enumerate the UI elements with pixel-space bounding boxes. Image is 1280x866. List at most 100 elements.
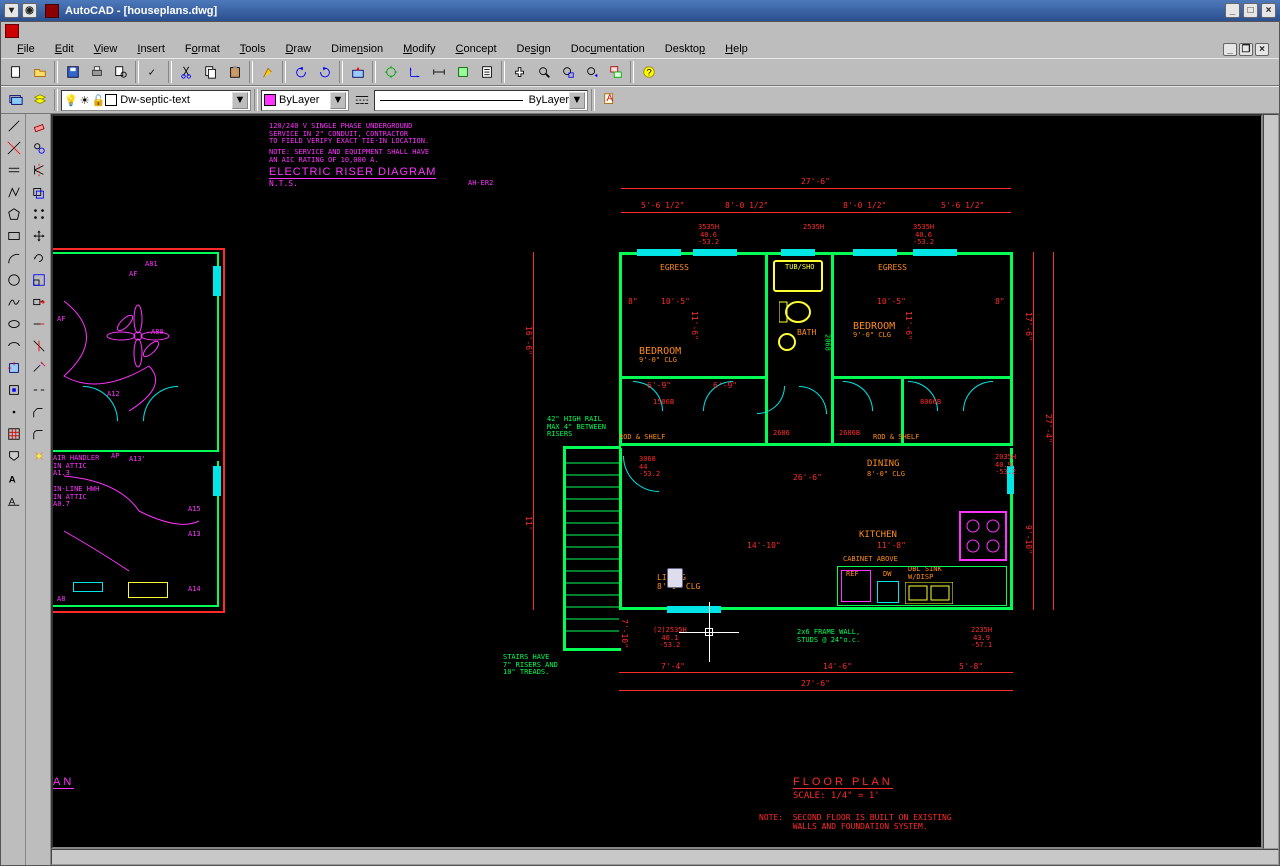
list-button[interactable] <box>475 61 498 83</box>
region-tool[interactable] <box>2 445 25 467</box>
tag: A13 <box>188 531 201 539</box>
color-dropdown[interactable]: ByLayer ▼ <box>261 90 349 111</box>
mdi-close-button[interactable]: × <box>1255 43 1269 56</box>
mdi-minimize-button[interactable]: _ <box>1223 43 1237 56</box>
menu-ools[interactable]: Tools <box>230 42 276 56</box>
erase-tool[interactable] <box>27 115 50 137</box>
match-button[interactable] <box>256 61 279 83</box>
area-button[interactable] <box>451 61 474 83</box>
open-button[interactable] <box>28 61 51 83</box>
autocad-doc-icon[interactable] <box>5 24 19 38</box>
mtext-tool[interactable]: A <box>2 467 25 489</box>
arc-tool[interactable] <box>2 247 25 269</box>
mirror-tool[interactable] <box>27 159 50 181</box>
ucs-button[interactable] <box>403 61 426 83</box>
dropdown-arrow-icon[interactable]: ▼ <box>232 92 248 109</box>
explode-tool[interactable] <box>27 445 50 467</box>
horizontal-scrollbar[interactable] <box>51 849 1279 865</box>
dropdown-arrow-icon[interactable]: ▼ <box>569 92 585 109</box>
insert-tool[interactable] <box>2 357 25 379</box>
dim: 8'-0 1/2" <box>725 202 768 211</box>
spline-tool[interactable] <box>2 291 25 313</box>
rotate-tool[interactable] <box>27 247 50 269</box>
vertical-scrollbar[interactable] <box>1263 114 1279 849</box>
linetype-dropdown[interactable]: ByLayer ▼ <box>374 90 588 111</box>
menu-dit[interactable]: Edit <box>45 42 84 56</box>
line-tool[interactable] <box>2 115 25 137</box>
menu-documentation[interactable]: Documentation <box>561 42 655 56</box>
pline-tool[interactable] <box>2 181 25 203</box>
menu-dimension[interactable]: Dimension <box>321 42 393 56</box>
ellipse-tool[interactable] <box>2 313 25 335</box>
drawing-canvas[interactable]: 120/240 V SINGLE PHASE UNDERGROUND SERVI… <box>51 114 1263 849</box>
wm-minimize-button[interactable]: _ <box>1225 3 1240 18</box>
wm-maximize-button[interactable]: □ <box>1243 3 1258 18</box>
break-tool[interactable] <box>27 379 50 401</box>
hatch-tool[interactable] <box>2 423 25 445</box>
zoomrt-button[interactable] <box>532 61 555 83</box>
make-layer-current-button[interactable] <box>4 89 27 111</box>
dtext-tool[interactable]: A <box>2 489 25 511</box>
menu-raw[interactable]: Draw <box>275 42 321 56</box>
scale-tool[interactable] <box>27 269 50 291</box>
block-tool[interactable] <box>2 379 25 401</box>
zoomprev-button[interactable] <box>580 61 603 83</box>
linetype-button[interactable] <box>350 89 373 111</box>
redo-button[interactable] <box>313 61 336 83</box>
move-tool[interactable] <box>27 225 50 247</box>
launch-button[interactable] <box>346 61 369 83</box>
menu-odify[interactable]: Modify <box>393 42 445 56</box>
zoomwin-button[interactable] <box>556 61 579 83</box>
extend-tool[interactable] <box>27 357 50 379</box>
save-button[interactable] <box>61 61 84 83</box>
copy-tool[interactable] <box>27 137 50 159</box>
menu-oncept[interactable]: Concept <box>446 42 507 56</box>
fillet-tool[interactable] <box>27 423 50 445</box>
cut-button[interactable] <box>175 61 198 83</box>
wm-menu-button[interactable]: ▾ <box>4 3 19 18</box>
trim-tool[interactable] <box>27 335 50 357</box>
lengthen-tool[interactable] <box>27 313 50 335</box>
wm-sticky-button[interactable]: ◉ <box>22 3 37 18</box>
menu-elp[interactable]: Help <box>715 42 758 56</box>
pan-button[interactable] <box>508 61 531 83</box>
object-properties-toolbar: 💡 ☀ 🔓 Dw-septic-text ▼ ByLayer ▼ ByLayer… <box>1 86 1279 114</box>
undo-button[interactable] <box>289 61 312 83</box>
array-tool[interactable] <box>27 203 50 225</box>
menu-design[interactable]: Design <box>507 42 561 56</box>
chamfer-tool[interactable] <box>27 401 50 423</box>
help-button[interactable]: ? <box>637 61 660 83</box>
ellipsearc-tool[interactable] <box>2 335 25 357</box>
xline-tool[interactable] <box>2 137 25 159</box>
preview-button[interactable] <box>109 61 132 83</box>
menu-desktop[interactable]: Desktop <box>655 42 715 56</box>
rect-tool[interactable] <box>2 225 25 247</box>
mline-tool[interactable] <box>2 159 25 181</box>
props-button[interactable] <box>604 61 627 83</box>
menu-iew[interactable]: View <box>84 42 128 56</box>
layers-button[interactable] <box>28 89 51 111</box>
spell-button[interactable]: ✓ <box>142 61 165 83</box>
mdi-restore-button[interactable]: ❐ <box>1239 43 1253 56</box>
polygon-tool[interactable] <box>2 203 25 225</box>
layer-dropdown[interactable]: 💡 ☀ 🔓 Dw-septic-text ▼ <box>61 90 251 111</box>
stretch-tool[interactable] <box>27 291 50 313</box>
print-button[interactable] <box>85 61 108 83</box>
window-title: AutoCAD - [houseplans.dwg] <box>45 4 1225 18</box>
osnap-button[interactable] <box>379 61 402 83</box>
paste-button[interactable] <box>223 61 246 83</box>
properties-button[interactable]: A <box>598 89 621 111</box>
offset-tool[interactable] <box>27 181 50 203</box>
menu-nsert[interactable]: Insert <box>127 42 175 56</box>
window <box>213 466 221 496</box>
circle-tool[interactable] <box>2 269 25 291</box>
menu-ile[interactable]: File <box>7 42 45 56</box>
dropdown-arrow-icon[interactable]: ▼ <box>330 92 346 109</box>
menu-format[interactable]: Format <box>175 42 230 56</box>
new-button[interactable] <box>4 61 27 83</box>
dist-button[interactable] <box>427 61 450 83</box>
wm-close-button[interactable]: × <box>1261 3 1276 18</box>
point-tool[interactable] <box>2 401 25 423</box>
copy-button[interactable] <box>199 61 222 83</box>
window-tag: (2)2535H 40.1 -53.2 <box>653 627 687 650</box>
